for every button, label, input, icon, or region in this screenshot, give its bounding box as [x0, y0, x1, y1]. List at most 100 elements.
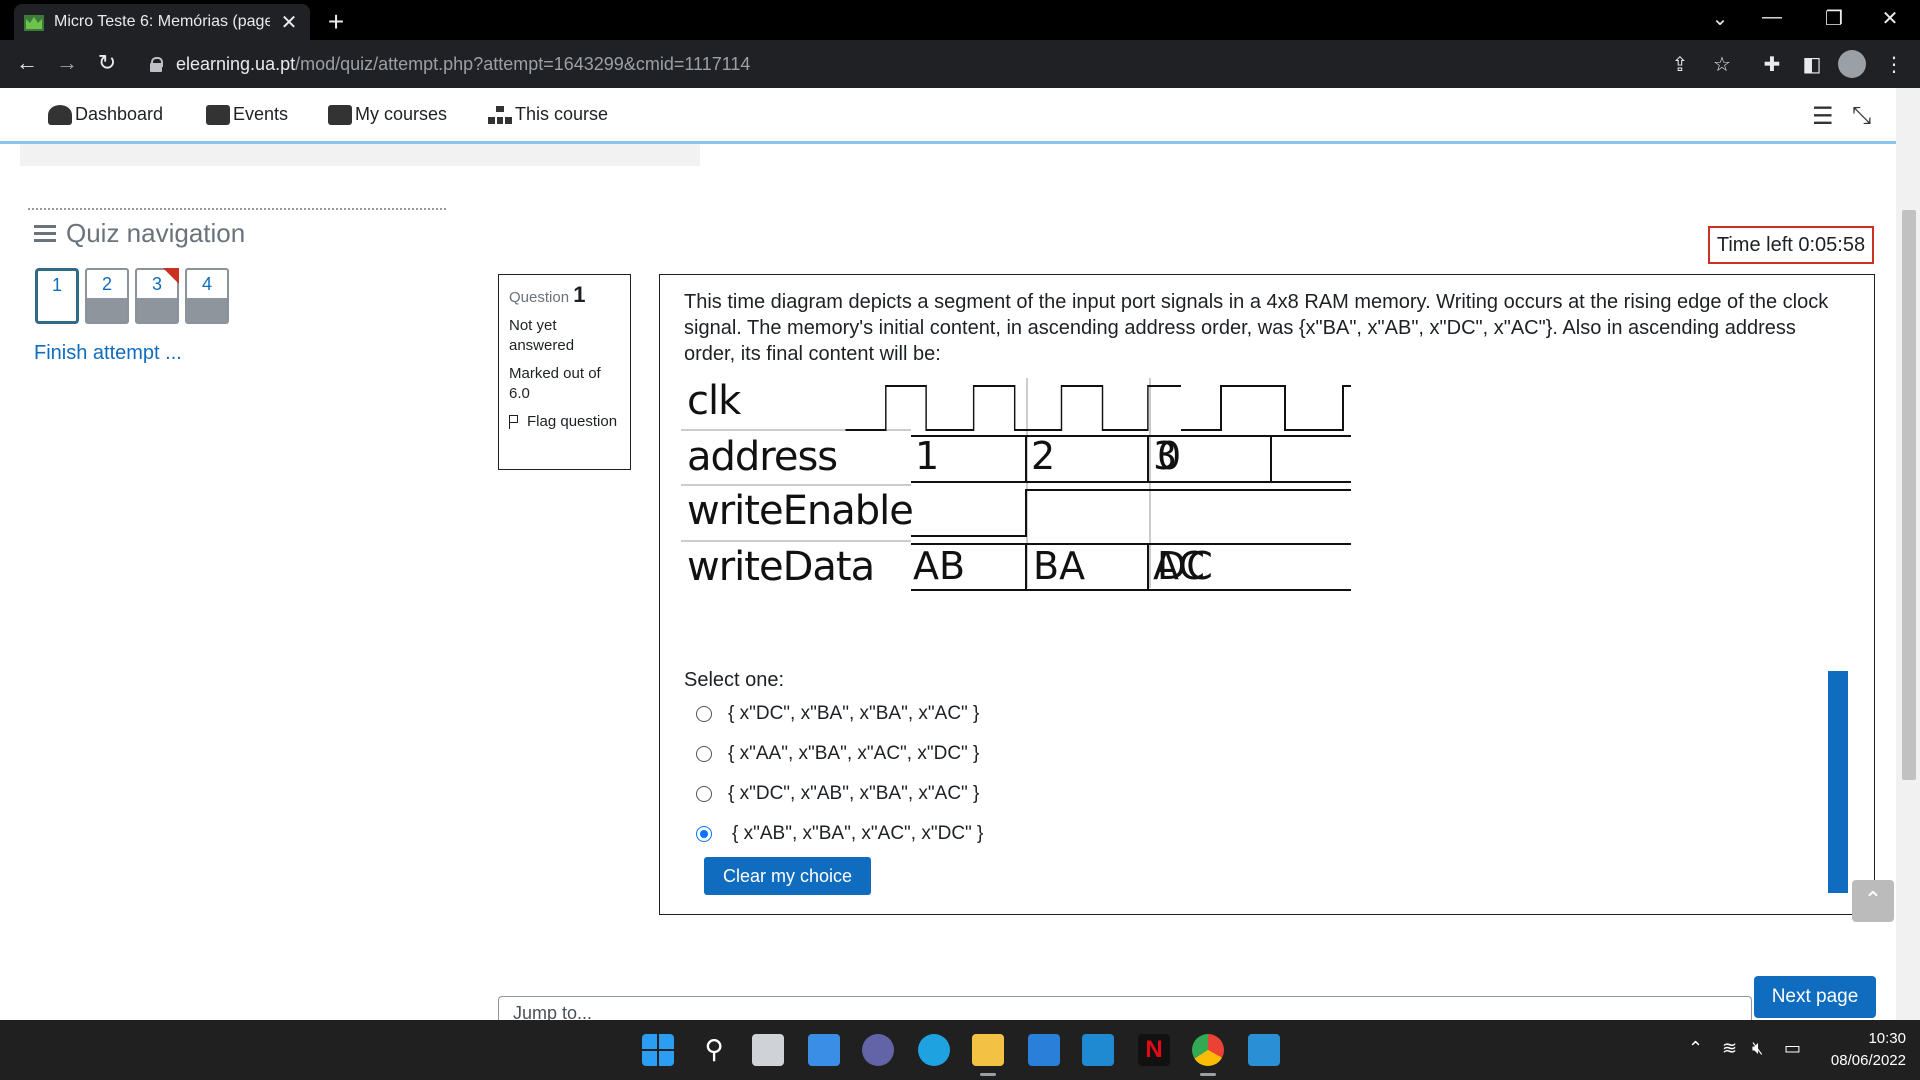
radio-button[interactable]: [696, 786, 712, 802]
address-value: 2: [1031, 434, 1056, 478]
netflix-icon[interactable]: N: [1138, 1034, 1170, 1066]
answered-fill: [187, 298, 227, 322]
task-view-icon[interactable]: [752, 1034, 784, 1066]
tab-search-icon[interactable]: ⌄: [1700, 6, 1740, 31]
nav-events[interactable]: Events: [206, 104, 288, 125]
question-text: This time diagram depicts a segment of t…: [684, 291, 1829, 365]
answer-option-label: { x"AA", x"BA", x"AC", x"DC" }: [728, 743, 980, 764]
timing-diagram: clk address writeEnable writeData 1 2 3 …: [681, 378, 1205, 598]
quiz-nav-number: 4: [201, 274, 212, 294]
flag-question-label: Flag question: [527, 413, 618, 430]
tray-overflow-icon[interactable]: ⌃: [1688, 1038, 1703, 1059]
nav-my-courses[interactable]: My courses: [328, 104, 447, 125]
windows-start-icon[interactable]: [642, 1034, 674, 1066]
nav-dashboard-label: Dashboard: [75, 104, 164, 124]
profile-avatar[interactable]: [1838, 50, 1866, 78]
moodle-navbar: Dashboard Events My courses This course …: [0, 88, 1896, 144]
signal-label-address: address: [687, 434, 838, 480]
quiz-nav-button-4[interactable]: 4: [185, 268, 229, 324]
answer-option-c[interactable]: { x"DC", x"AB", x"BA", x"AC" }: [696, 783, 979, 805]
photos-icon[interactable]: [1248, 1034, 1280, 1066]
quiz-navigation-title: Quiz navigation: [66, 218, 246, 248]
sitemap-icon: [488, 105, 512, 125]
mail-icon[interactable]: [1028, 1034, 1060, 1066]
answer-option-label: { x"DC", x"BA", x"BA", x"AC" }: [728, 703, 980, 724]
quiz-nav-number: 2: [101, 274, 112, 294]
writedata-value: AB: [913, 544, 966, 588]
share-icon[interactable]: ⇪: [1666, 52, 1694, 77]
radio-button-selected[interactable]: [696, 826, 712, 842]
volume-muted-icon[interactable]: 🔇︎: [1752, 1038, 1763, 1059]
divider: [28, 208, 446, 210]
quiz-nav-number: 1: [51, 275, 62, 295]
timing-diagram-extension: 0 DC: [1157, 378, 1351, 598]
answer-option-d[interactable]: { x"AB", x"BA", x"AC", x"DC" }: [696, 823, 983, 845]
file-explorer-icon[interactable]: [972, 1034, 1004, 1076]
drawer-toggle-icon[interactable]: ☰: [1812, 102, 1834, 131]
flag-question[interactable]: Flag question: [509, 412, 620, 432]
chrome-menu-icon[interactable]: ⋮: [1880, 52, 1908, 77]
windows-taskbar: ⚲ N ⌃ ≋ 🔇︎ ▭ 10:30 08/06/2022: [0, 1020, 1920, 1080]
question-number: 1: [573, 282, 586, 307]
select-one-label: Select one:: [684, 669, 785, 691]
widgets-icon[interactable]: [808, 1034, 840, 1066]
side-panel-icon[interactable]: ◧: [1798, 52, 1826, 77]
bookmark-star-icon[interactable]: ☆: [1708, 52, 1736, 77]
restore-icon[interactable]: ❐: [1814, 6, 1854, 31]
clock-date: 08/06/2022: [1830, 1052, 1906, 1069]
chrome-icon[interactable]: [1192, 1034, 1224, 1076]
answer-option-b[interactable]: { x"AA", x"BA", x"AC", x"DC" }: [696, 743, 979, 765]
dashboard-icon: [48, 104, 72, 125]
question-info: Question 1 Not yet answered Marked out o…: [498, 274, 631, 470]
collapse-fullscreen-icon[interactable]: ⤡: [1852, 102, 1871, 130]
new-tab-icon[interactable]: +: [322, 6, 350, 38]
browser-titlebar: Micro Teste 6: Memórias (page 1 ✕ + ⌄ — …: [0, 0, 1920, 40]
quiz-nav-button-1[interactable]: 1: [35, 268, 79, 324]
battery-icon[interactable]: ▭: [1784, 1038, 1801, 1059]
nav-this-course-label: This course: [515, 104, 609, 124]
close-window-icon[interactable]: ✕: [1870, 6, 1910, 31]
nav-this-course[interactable]: This course: [488, 104, 608, 125]
address-bar[interactable]: elearning.ua.pt/mod/quiz/attempt.php?att…: [140, 46, 1720, 82]
nav-dashboard[interactable]: Dashboard: [48, 104, 163, 125]
nav-my-courses-label: My courses: [355, 104, 448, 124]
question-label: Question: [509, 289, 570, 306]
nav-events-label: Events: [233, 104, 289, 124]
quiz-nav-button-3[interactable]: 3: [135, 268, 179, 324]
signal-label-clk: clk: [687, 378, 741, 424]
jump-to-select[interactable]: Jump to...: [498, 996, 1752, 1020]
answered-fill: [137, 298, 177, 322]
wifi-icon[interactable]: ≋: [1722, 1038, 1737, 1059]
url-domain: elearning.ua.pt: [176, 53, 296, 74]
signal-label-writeenable: writeEnable: [687, 488, 914, 534]
quiz-nav-button-2[interactable]: 2: [85, 268, 129, 324]
page-scrollbar-thumb[interactable]: [1902, 210, 1916, 780]
teams-chat-icon[interactable]: [862, 1034, 894, 1066]
finish-attempt-link[interactable]: Finish attempt ...: [34, 342, 182, 365]
answer-option-label: { x"DC", x"AB", x"BA", x"AC" }: [728, 783, 980, 804]
search-icon[interactable]: ⚲: [698, 1034, 730, 1066]
question-content: This time diagram depicts a segment of t…: [659, 274, 1875, 915]
jump-to-label: Jump to...: [513, 1003, 593, 1020]
radio-button[interactable]: [696, 746, 712, 762]
edge-icon[interactable]: [918, 1034, 950, 1066]
minimize-icon[interactable]: —: [1752, 6, 1792, 29]
back-icon[interactable]: ←: [12, 50, 42, 76]
calendar-icon: [206, 104, 230, 125]
browser-tab[interactable]: Micro Teste 6: Memórias (page 1 ✕: [14, 4, 310, 40]
forward-icon[interactable]: →: [52, 50, 82, 76]
clear-my-choice-button[interactable]: Clear my choice: [704, 857, 871, 895]
next-page-button[interactable]: Next page: [1754, 976, 1876, 1018]
moodle-favicon-icon: [24, 15, 44, 31]
radio-button[interactable]: [696, 706, 712, 722]
flag-icon: [509, 415, 519, 429]
taskbar-clock[interactable]: 10:30 08/06/2022: [1820, 1028, 1906, 1072]
hamburger-icon[interactable]: [34, 224, 56, 243]
reload-icon[interactable]: ↻: [92, 50, 122, 76]
question-marks: Marked out of 6.0: [509, 365, 601, 402]
extensions-icon[interactable]: ✚: [1758, 52, 1786, 77]
vscode-icon[interactable]: [1082, 1034, 1114, 1066]
close-tab-icon[interactable]: ✕: [278, 10, 300, 35]
answer-option-a[interactable]: { x"DC", x"BA", x"BA", x"AC" }: [696, 703, 979, 725]
back-to-top-button[interactable]: ⌃: [1852, 880, 1894, 922]
